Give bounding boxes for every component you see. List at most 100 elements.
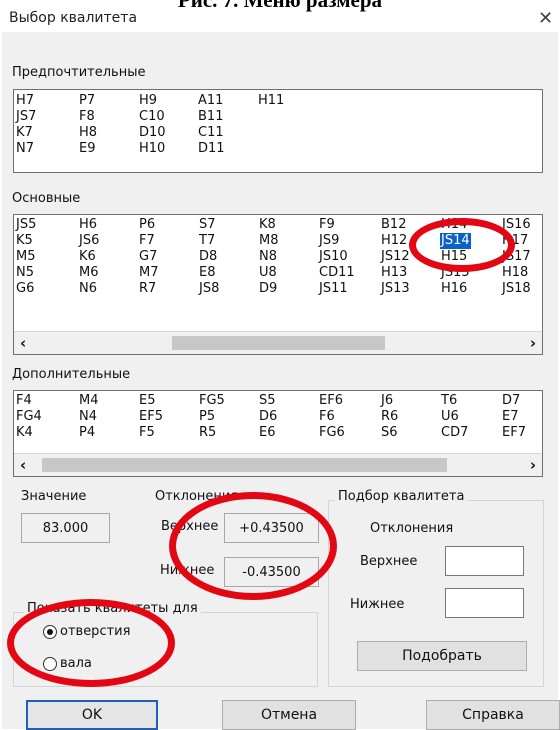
tolerance-item[interactable]: U6 bbox=[440, 409, 469, 425]
tolerance-item[interactable]: FG6 bbox=[318, 425, 346, 441]
scroll-right-icon[interactable]: › bbox=[530, 456, 536, 474]
cancel-button[interactable]: Отмена bbox=[222, 700, 356, 730]
tolerance-item[interactable]: FG4 bbox=[15, 409, 43, 425]
tolerance-item[interactable]: E8 bbox=[198, 265, 220, 281]
tolerance-item[interactable]: P5 bbox=[198, 409, 226, 425]
tolerance-item[interactable]: F5 bbox=[138, 425, 164, 441]
tolerance-item[interactable]: J6 bbox=[380, 393, 399, 409]
tolerance-item[interactable]: CD7 bbox=[440, 425, 469, 441]
main-listbox[interactable]: ‹ › JS5 K5 M5 N5 G6 H6 JS6 K6 M6 N6 P6 F7 G7 M7 R7 S7 T7… bbox=[13, 214, 543, 355]
tolerance-item[interactable]: F7 bbox=[138, 233, 160, 249]
tolerance-item[interactable]: S7 bbox=[198, 217, 220, 233]
tolerance-item[interactable]: EF5 bbox=[138, 409, 164, 425]
tolerance-item[interactable]: B12 bbox=[380, 217, 411, 233]
tolerance-item[interactable]: FG5 bbox=[198, 393, 226, 409]
tolerance-item[interactable]: H13 bbox=[380, 265, 411, 281]
tolerance-item[interactable]: G7 bbox=[138, 249, 160, 265]
tolerance-item[interactable]: JS15 bbox=[440, 265, 471, 281]
tolerance-item[interactable]: K4 bbox=[15, 425, 43, 441]
tolerance-item[interactable]: R5 bbox=[198, 425, 226, 441]
tolerance-item[interactable]: M6 bbox=[78, 265, 100, 281]
tolerance-item[interactable]: JS6 bbox=[78, 233, 100, 249]
additional-hscrollbar[interactable]: ‹ › bbox=[14, 453, 542, 476]
tolerance-item[interactable]: D8 bbox=[198, 249, 220, 265]
scroll-thumb[interactable] bbox=[172, 336, 385, 350]
tolerance-item[interactable]: K7 bbox=[15, 125, 37, 141]
tolerance-item[interactable]: H9 bbox=[138, 93, 167, 109]
tolerance-item[interactable]: H14 bbox=[440, 217, 471, 233]
tolerance-item[interactable]: T7 bbox=[198, 233, 220, 249]
tolerance-item[interactable]: M8 bbox=[258, 233, 280, 249]
tolerance-item[interactable]: JS17 bbox=[501, 249, 532, 265]
tolerance-item[interactable]: E7 bbox=[501, 409, 527, 425]
tolerance-item[interactable]: R6 bbox=[380, 409, 399, 425]
tolerance-item[interactable]: JS13 bbox=[380, 281, 411, 297]
tolerance-item[interactable]: H16 bbox=[440, 281, 471, 297]
tolerance-item[interactable]: B11 bbox=[197, 109, 226, 125]
tolerance-item[interactable]: N5 bbox=[15, 265, 37, 281]
tolerance-item[interactable]: R7 bbox=[138, 281, 160, 297]
tolerance-item[interactable]: A11 bbox=[197, 93, 226, 109]
radio-shaft[interactable]: вала bbox=[43, 656, 92, 671]
tolerance-item[interactable]: F8 bbox=[78, 109, 98, 125]
tolerance-item[interactable]: CD11 bbox=[318, 265, 356, 281]
tolerance-item[interactable]: M7 bbox=[138, 265, 160, 281]
tolerance-item[interactable]: D7 bbox=[501, 393, 527, 409]
tolerance-item[interactable]: JS7 bbox=[15, 109, 37, 125]
tolerance-item[interactable]: D9 bbox=[258, 281, 280, 297]
tolerance-item[interactable]: JS11 bbox=[318, 281, 356, 297]
tolerance-item[interactable]: N4 bbox=[78, 409, 100, 425]
tolerance-item[interactable]: JS10 bbox=[318, 249, 356, 265]
scroll-right-icon[interactable]: › bbox=[530, 334, 536, 352]
tolerance-item[interactable]: G6 bbox=[15, 281, 37, 297]
additional-listbox[interactable]: ‹ › F4 FG4 K4 M4 N4 P4 E5 EF5 F5 FG5 P5 R5 S5 D6 E6 EF6… bbox=[13, 390, 543, 477]
tolerance-item[interactable]: U8 bbox=[258, 265, 280, 281]
radio-hole[interactable]: отверстия bbox=[43, 624, 130, 639]
tolerance-item[interactable]: E9 bbox=[78, 141, 98, 157]
tolerance-item[interactable]: N7 bbox=[15, 141, 37, 157]
tolerance-item[interactable]: H11 bbox=[257, 93, 285, 109]
tolerance-item[interactable]: H15 bbox=[440, 249, 471, 265]
tolerance-item[interactable]: JS12 bbox=[380, 249, 411, 265]
main-hscrollbar[interactable]: ‹ › bbox=[14, 331, 542, 354]
scroll-thumb[interactable] bbox=[42, 458, 447, 472]
tolerance-item[interactable]: D10 bbox=[138, 125, 167, 141]
tolerance-item[interactable]: JS18 bbox=[501, 281, 532, 297]
tolerance-item[interactable]: H17 bbox=[501, 233, 532, 249]
fit-upper-input[interactable] bbox=[445, 546, 524, 576]
tolerance-item[interactable]: EF6 bbox=[318, 393, 346, 409]
tolerance-item[interactable]: P4 bbox=[78, 425, 100, 441]
tolerance-item[interactable]: JS16 bbox=[501, 217, 532, 233]
tolerance-item[interactable]: F4 bbox=[15, 393, 43, 409]
tolerance-item[interactable]: M5 bbox=[15, 249, 37, 265]
preferred-listbox[interactable]: H7 JS7 K7 N7 P7 F8 H8 E9 H9 C10 D10 H10 A11 B11 C11 D11… bbox=[13, 89, 543, 173]
tolerance-item[interactable]: P7 bbox=[78, 93, 98, 109]
tolerance-item[interactable]: H7 bbox=[15, 93, 37, 109]
scroll-left-icon[interactable]: ‹ bbox=[20, 334, 26, 352]
tolerance-item[interactable]: N8 bbox=[258, 249, 280, 265]
tolerance-item[interactable]: S6 bbox=[380, 425, 399, 441]
tolerance-item[interactable]: H18 bbox=[501, 265, 532, 281]
tolerance-item[interactable]: F9 bbox=[318, 217, 356, 233]
fit-button[interactable]: Подобрать bbox=[357, 641, 527, 671]
tolerance-item[interactable]: H12 bbox=[380, 233, 411, 249]
tolerance-item[interactable]: JS9 bbox=[318, 233, 356, 249]
tolerance-item[interactable]: K6 bbox=[78, 249, 100, 265]
fit-lower-input[interactable] bbox=[445, 588, 524, 618]
radio-unchecked-icon[interactable] bbox=[43, 656, 57, 671]
tolerance-item[interactable]: H8 bbox=[78, 125, 98, 141]
tolerance-item[interactable]: T6 bbox=[440, 393, 469, 409]
tolerance-item[interactable]: D6 bbox=[258, 409, 278, 425]
tolerance-item[interactable]: EF7 bbox=[501, 425, 527, 441]
tolerance-item[interactable]: K5 bbox=[15, 233, 37, 249]
tolerance-item[interactable]: M4 bbox=[78, 393, 100, 409]
tolerance-item[interactable]: JS8 bbox=[198, 281, 220, 297]
tolerance-item[interactable]: F6 bbox=[318, 409, 346, 425]
tolerance-item[interactable]: E5 bbox=[138, 393, 164, 409]
tolerance-item[interactable]: C10 bbox=[138, 109, 167, 125]
tolerance-item[interactable]: D11 bbox=[197, 141, 226, 157]
help-button[interactable]: Справка bbox=[426, 700, 560, 730]
tolerance-item[interactable]: JS5 bbox=[15, 217, 37, 233]
tolerance-item[interactable]: E6 bbox=[258, 425, 278, 441]
ok-button[interactable]: OK bbox=[26, 700, 158, 730]
